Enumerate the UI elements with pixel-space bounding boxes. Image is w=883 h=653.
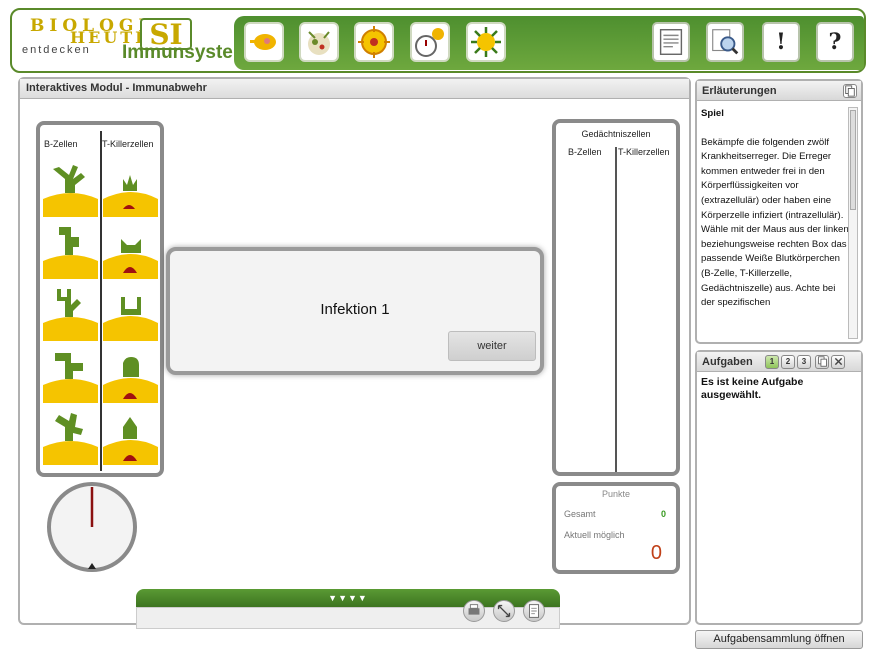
explanations-title: Erläuterungen: [702, 85, 777, 97]
scroll-thumb[interactable]: [850, 110, 856, 210]
main-title: Interaktives Modul - Immunabwehr: [20, 79, 689, 99]
infection-dialog: Infektion 1 weiter: [166, 247, 544, 375]
copy-button[interactable]: [843, 84, 857, 98]
toolbar: ! ?: [234, 16, 864, 70]
virus-icon: [471, 27, 501, 57]
memory-cells-panel: Gedächtniszellen B-Zellen T-Killerzellen: [552, 119, 680, 476]
search-button[interactable]: [706, 22, 744, 62]
explanations-panel: Erläuterungen Spiel Bekämpfe die folgend…: [695, 79, 863, 344]
t-killer-cells-header: T-Killerzellen: [102, 139, 154, 149]
open-task-collection-button[interactable]: Aufgabensammlung öffnen: [695, 630, 863, 649]
print-button[interactable]: [463, 600, 485, 622]
explanations-heading: Spiel: [701, 108, 724, 119]
column-divider: [100, 131, 102, 471]
b-cells-header: B-Zellen: [44, 139, 78, 149]
t-killer-cell-option-4[interactable]: [103, 349, 158, 403]
header: BIOLOGIE HEUTE SI entdecken Immunsystem: [10, 8, 866, 73]
possible-value: 0: [650, 542, 662, 564]
t-killer-cell-option-5[interactable]: [103, 411, 158, 465]
score-panel: Punkte Gesamt 0 Aktuell möglich 0: [552, 482, 680, 574]
exclamation-icon: !: [776, 29, 786, 55]
toolbar-button-cells[interactable]: [299, 22, 339, 62]
explanations-text: Spiel Bekämpfe die folgenden zwölf Krank…: [701, 107, 849, 339]
clock-icon: [47, 482, 137, 572]
timer-icon: [415, 28, 444, 57]
task-2-button[interactable]: 2: [781, 355, 795, 369]
toolbar-button-timer[interactable]: [410, 22, 450, 62]
b-cell-icon: [43, 353, 98, 403]
task-1-button[interactable]: 1: [765, 355, 779, 369]
b-cell-option-5[interactable]: [43, 411, 98, 465]
explanations-body: Bekämpfe die folgenden zwölf Krankheitse…: [701, 136, 849, 309]
t-killer-cell-icon: [103, 239, 158, 279]
copy-tasks-button[interactable]: [815, 355, 829, 369]
tasks-header: Aufgaben 1 2 3: [697, 352, 861, 372]
b-cell-option-2[interactable]: [43, 225, 98, 279]
t-killer-cell-option-3[interactable]: [103, 287, 158, 341]
copy-icon: [817, 356, 827, 367]
tasks-panel: Aufgaben 1 2 3 Es ist keine Aufgabe ausg…: [695, 350, 863, 625]
column-divider: [615, 147, 617, 472]
score-title: Punkte: [601, 489, 631, 499]
close-icon: [834, 357, 842, 366]
b-cell-icon: [43, 289, 98, 341]
timer-clock: [46, 481, 138, 573]
memory-cells-title: Gedächtniszellen: [581, 129, 651, 139]
logo-subject: Immunsystem: [122, 42, 250, 63]
logo: BIOLOGIE HEUTE SI entdecken Immunsystem: [20, 14, 250, 68]
tasks-empty-message: Es ist keine Aufgabe ausgewählt.: [701, 376, 804, 401]
toolbar-button-virus[interactable]: [466, 22, 506, 62]
target-icon: [358, 26, 390, 58]
explanations-header: Erläuterungen: [697, 81, 861, 101]
app-window: BIOLOGIE HEUTE SI entdecken Immunsystem: [0, 0, 883, 653]
dialog-title: Infektion 1: [320, 301, 390, 318]
b-cell-icon: [43, 165, 98, 217]
notes-button[interactable]: [523, 600, 545, 622]
main-panel: Interaktives Modul - Immunabwehr B-Zelle…: [18, 77, 691, 629]
b-cell-option-3[interactable]: [43, 287, 98, 341]
help-button[interactable]: ?: [816, 22, 854, 62]
drawer-body: [136, 600, 560, 629]
toolbar-button-target[interactable]: [354, 22, 394, 62]
b-cell-icon: [43, 227, 98, 279]
fullscreen-button[interactable]: [493, 600, 515, 622]
t-killer-cell-icon: [103, 357, 158, 403]
b-cell-option-4[interactable]: [43, 349, 98, 403]
document-button[interactable]: [652, 22, 690, 62]
t-killer-cell-icon: [103, 417, 158, 465]
total-label: Gesamt: [564, 509, 596, 519]
total-value: 0: [660, 509, 666, 519]
magnifier-icon: [712, 29, 739, 55]
t-killer-cell-icon: [103, 175, 158, 217]
memory-t-killer-header: T-Killerzellen: [618, 147, 670, 157]
tasks-title: Aufgaben: [702, 356, 753, 368]
possible-label: Aktuell möglich: [564, 530, 625, 540]
expand-icon: [497, 604, 511, 618]
cell-selection-panel: B-Zellen T-Killerzellen: [36, 121, 164, 477]
continue-button[interactable]: weiter: [448, 331, 536, 361]
explanations-scrollbar[interactable]: [848, 107, 858, 339]
printer-icon: [468, 604, 480, 615]
t-killer-cell-option-1[interactable]: [103, 163, 158, 217]
logo-entdecken: entdecken: [22, 44, 91, 56]
memory-b-cells-header: B-Zellen: [568, 147, 602, 157]
t-killer-cell-icon: [103, 297, 158, 341]
copy-icon: [845, 85, 855, 97]
close-tasks-button[interactable]: [831, 355, 845, 369]
document-icon: [659, 29, 683, 55]
toolbar-button-pathogen[interactable]: [244, 22, 284, 62]
b-cell-option-1[interactable]: [43, 163, 98, 217]
pathogen-icon: [250, 34, 276, 50]
task-3-button[interactable]: 3: [797, 355, 811, 369]
notes-icon: [529, 604, 539, 618]
b-cell-icon: [43, 413, 98, 465]
t-killer-cell-option-2[interactable]: [103, 225, 158, 279]
question-icon: ?: [828, 29, 842, 55]
bottom-drawer: ▼▼▼▼: [136, 589, 560, 629]
cells-icon: [308, 31, 330, 55]
hint-button[interactable]: !: [762, 22, 800, 62]
